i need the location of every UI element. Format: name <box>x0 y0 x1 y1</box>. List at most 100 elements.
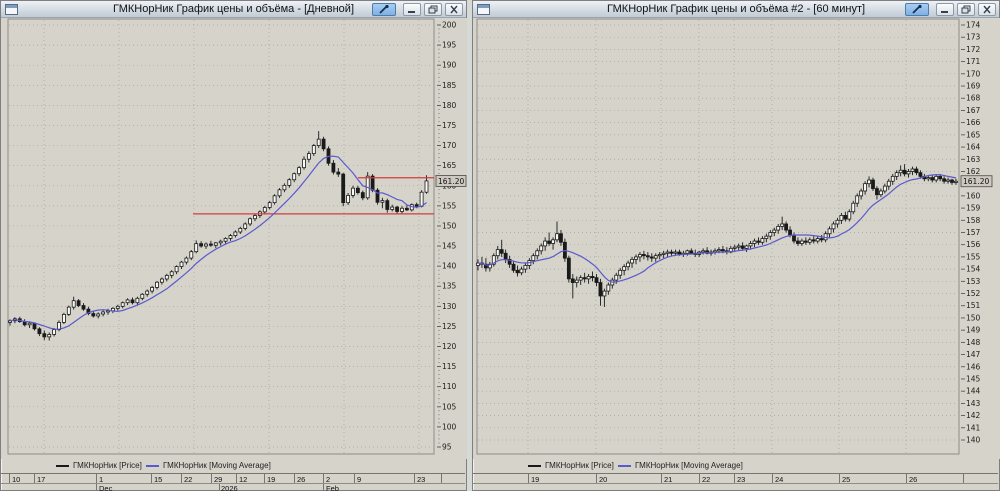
restore-button[interactable] <box>957 3 975 16</box>
x-axis-separator <box>236 474 237 483</box>
y-tick-label: 145 <box>442 242 457 251</box>
y-tick-label: 173 <box>966 33 981 42</box>
x-tick-label: 24 <box>775 475 784 484</box>
minimize-button[interactable] <box>403 3 421 16</box>
y-tick-label: 180 <box>442 101 457 110</box>
y-tick-label: 120 <box>442 342 457 351</box>
y-tick-label: 140 <box>966 436 981 445</box>
grid <box>9 20 433 453</box>
y-tick-label: 163 <box>966 155 981 164</box>
y-tick-label: 150 <box>966 313 981 322</box>
close-button[interactable] <box>978 3 996 16</box>
restore-icon <box>961 5 971 14</box>
plot-area <box>476 18 960 455</box>
y-tick-label: 155 <box>442 201 457 210</box>
y-tick-label: 144 <box>966 387 981 396</box>
y-tick-label: 164 <box>966 143 981 152</box>
y-tick-label: 150 <box>442 221 457 230</box>
x-axis-separator <box>441 474 442 483</box>
x-axis-separator <box>9 474 10 483</box>
x-tick-label: 25 <box>842 475 851 484</box>
x-axis-separator <box>181 474 182 483</box>
x-axis-separator <box>963 474 964 483</box>
x-tick-label: 2 <box>326 475 331 484</box>
legend-item-ma: ГМКНорНик [Moving Average] <box>146 461 271 470</box>
x-tick-label: 1 <box>99 475 104 484</box>
y-tick-label: 148 <box>966 338 981 347</box>
svg-text:161.20: 161.20 <box>438 177 464 186</box>
y-tick-label: 135 <box>442 282 457 291</box>
month-separator <box>219 484 220 491</box>
x-axis-separator <box>294 474 295 483</box>
last-price-marker: 161.20 <box>435 175 467 187</box>
y-tick-label: 100 <box>442 422 457 431</box>
y-tick-label: 160 <box>966 191 981 200</box>
y-tick-label: 145 <box>966 374 981 383</box>
y-tick-label: 143 <box>966 399 981 408</box>
close-button[interactable] <box>445 3 463 16</box>
y-tick-label: 154 <box>966 265 981 274</box>
y-tick-label: 170 <box>966 69 981 78</box>
x-tick-label: 19 <box>531 475 540 484</box>
x-tick-label: 23 <box>417 475 426 484</box>
x-axis-separator <box>323 474 324 483</box>
ma-line-swatch <box>146 464 159 467</box>
legend-item-price: ГМКНорНик [Price] <box>528 461 614 470</box>
y-tick-label: 130 <box>442 302 457 311</box>
y-tick-label: 175 <box>442 121 457 130</box>
y-tick-label: 169 <box>966 82 981 91</box>
x-axis-daily[interactable]: 10 17 1 15 22 29 12 19 26 2 9 23 Dec 2026 Feb <box>1 473 465 491</box>
x-axis-separator <box>264 474 265 483</box>
x-tick-label: 12 <box>239 475 248 484</box>
legend-ma-label: ГМКНорНик [Moving Average] <box>635 461 743 470</box>
window-icon <box>477 3 490 15</box>
y-tick-label: 165 <box>442 161 457 170</box>
window-icon <box>5 3 18 15</box>
restore-button[interactable] <box>424 3 442 16</box>
chart-canvas-hourly[interactable]: 1741731721711701691681671661651641631621… <box>473 18 1000 459</box>
minimize-icon <box>941 11 948 13</box>
x-tick-label: 10 <box>12 475 21 484</box>
y-tick-label: 95 <box>442 443 452 452</box>
pin-button[interactable] <box>905 3 929 16</box>
y-tick-label: 157 <box>966 228 981 237</box>
x-axis-separator <box>661 474 662 483</box>
legend-row: ГМКНорНик [Price] ГМКНорНик [Moving Aver… <box>473 459 999 473</box>
legend-item-ma: ГМКНорНик [Moving Average] <box>618 461 743 470</box>
legend-item-price: ГМКНорНик [Price] <box>56 461 142 470</box>
x-axis-separator <box>414 474 415 483</box>
y-tick-label: 190 <box>442 61 457 70</box>
x-axis-separator <box>906 474 907 483</box>
x-tick-label: 21 <box>664 475 673 484</box>
x-axis-hourly[interactable]: 19 20 21 22 23 24 25 26 <box>473 473 998 491</box>
chart-window-daily: ГМКНорНик График цены и объёма - [Дневно… <box>0 0 467 491</box>
x-tick-label: 26 <box>297 475 306 484</box>
pin-button[interactable] <box>372 3 396 16</box>
pin-icon <box>379 4 389 14</box>
x-axis-separator <box>34 474 35 483</box>
x-axis-separator <box>839 474 840 483</box>
y-axis: 174 173 172 171 170 169 168 167 166 165 164 163 162 1… <box>961 21 981 445</box>
y-tick-label: 162 <box>966 167 981 176</box>
chart-canvas-daily[interactable]: 2001951901851801751701651601551501451401… <box>1 18 467 459</box>
x-tick-label: 9 <box>357 475 362 484</box>
svg-text:161.20: 161.20 <box>963 177 989 186</box>
x-axis-separator <box>734 474 735 483</box>
y-tick-label: 105 <box>442 402 457 411</box>
y-tick-label: 141 <box>966 423 981 432</box>
restore-icon <box>428 5 438 14</box>
price-line-swatch <box>528 464 541 467</box>
minimize-button[interactable] <box>936 3 954 16</box>
title-bar[interactable]: ГМКНорНик График цены и объёма - [Дневно… <box>1 1 466 18</box>
y-axis: 2001951901851801751701651601551501451401… <box>437 21 457 452</box>
y-tick-label: 110 <box>442 382 457 391</box>
x-axis-separator <box>211 474 212 483</box>
y-tick-label: 170 <box>442 141 457 150</box>
x-tick-label: 19 <box>267 475 276 484</box>
y-tick-label: 185 <box>442 81 457 90</box>
x-tick-label: 26 <box>909 475 918 484</box>
title-bar[interactable]: ГМКНорНик График цены и объёма #2 - [60 … <box>473 1 999 18</box>
month-separator <box>323 484 324 491</box>
pin-icon <box>912 4 922 14</box>
x-axis-separator <box>528 474 529 483</box>
